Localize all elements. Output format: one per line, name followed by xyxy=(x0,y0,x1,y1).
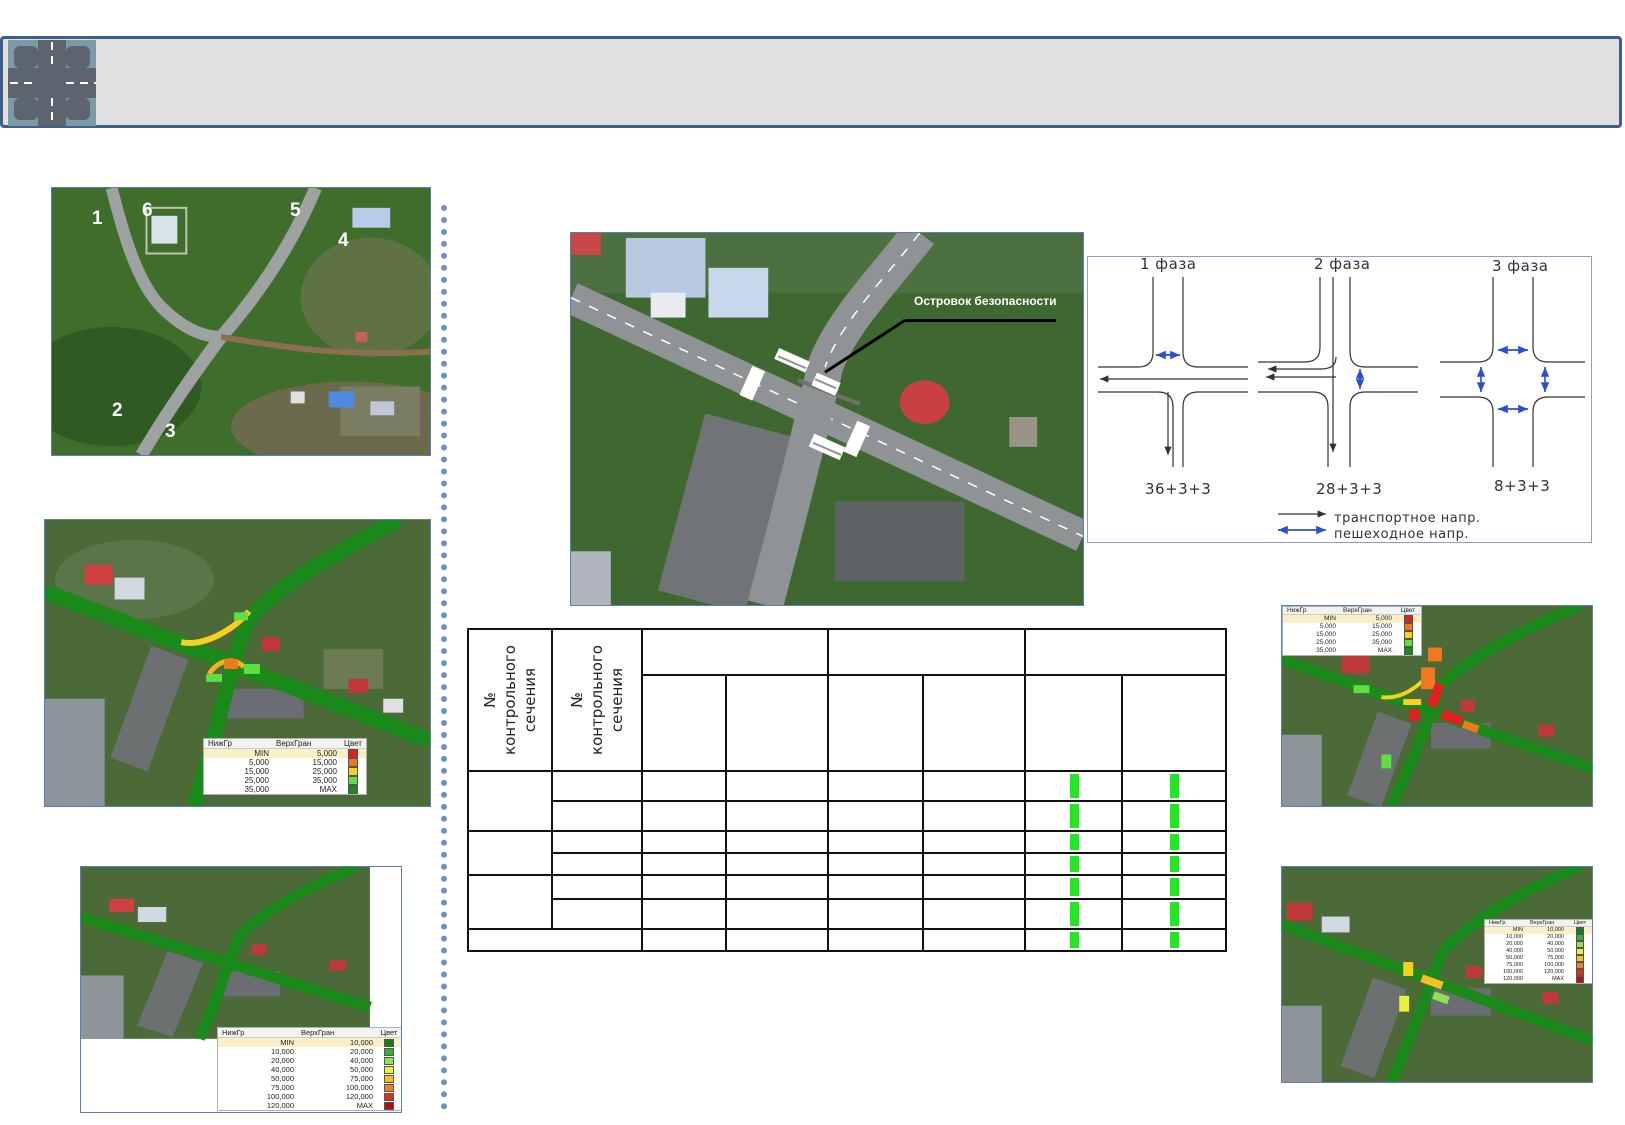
phase-2-timing: 28+3+3 xyxy=(1316,480,1383,498)
map-label-5: 5 xyxy=(290,200,301,221)
volume-legend: НижГр ВерхГран Цвет MIN 10,000 10,000 20,000… xyxy=(217,1027,401,1111)
header-control-section-2: № контрольного сечения xyxy=(551,628,643,772)
overview-satellite-map: 1 2 3 4 5 6 xyxy=(51,187,431,456)
signal-phase-diagram: 1 фаза 2 фаза 3 фаза 36+3+3 28+3+3 8+3+3… xyxy=(1087,255,1592,543)
map-label-6: 6 xyxy=(142,200,153,221)
phase-3-timing: 8+3+3 xyxy=(1494,477,1551,495)
phase-1-label: 1 фаза xyxy=(1140,255,1197,273)
intersection-design-map: Островок безопасности xyxy=(570,232,1084,606)
phase-2-label: 2 фаза xyxy=(1314,255,1371,273)
pedestrian-direction-legend: пешеходное напр. xyxy=(1334,527,1469,542)
intersection-logo-icon xyxy=(8,40,96,126)
flow-map-left-middle: НижГр ВерхГран Цвет MIN 5,000 5,000 15,000 1… xyxy=(44,519,431,807)
map-label-1: 1 xyxy=(92,208,103,229)
volume-legend: НижГр ВерхГран Цвет MIN 10,000 10,000 20,000… xyxy=(1484,919,1592,984)
volume-legend: НижГр ВерхГран Цвет MIN 5,000 5,000 15,000 1… xyxy=(1282,606,1422,656)
header-banner xyxy=(0,36,1622,128)
map-label-2: 2 xyxy=(112,400,123,421)
volume-legend: НижГр ВерхГран Цвет MIN 5,000 5,000 15,000 1… xyxy=(203,738,367,795)
phase-1-timing: 36+3+3 xyxy=(1145,480,1212,498)
map-label-3: 3 xyxy=(165,421,176,442)
flow-map-right-bottom: НижГр ВерхГран Цвет MIN 10,000 10,000 20,000… xyxy=(1281,866,1593,1083)
phase-3-label: 3 фаза xyxy=(1492,257,1549,275)
transport-direction-legend: транспортное напр. xyxy=(1334,511,1481,526)
control-section-table: № контрольного сечения № контрольного се… xyxy=(467,628,1227,952)
flow-map-left-bottom: НижГр ВерхГран Цвет MIN 10,000 10,000 20,000… xyxy=(80,866,402,1113)
safety-island-callout: Островок безопасности xyxy=(914,294,1057,308)
flow-map-right-top: НижГр ВерхГран Цвет MIN 5,000 5,000 15,000 1… xyxy=(1281,605,1593,807)
vertical-divider xyxy=(441,205,447,1110)
map-label-4: 4 xyxy=(338,230,349,251)
header-control-section-1: № контрольного сечения xyxy=(467,628,553,772)
